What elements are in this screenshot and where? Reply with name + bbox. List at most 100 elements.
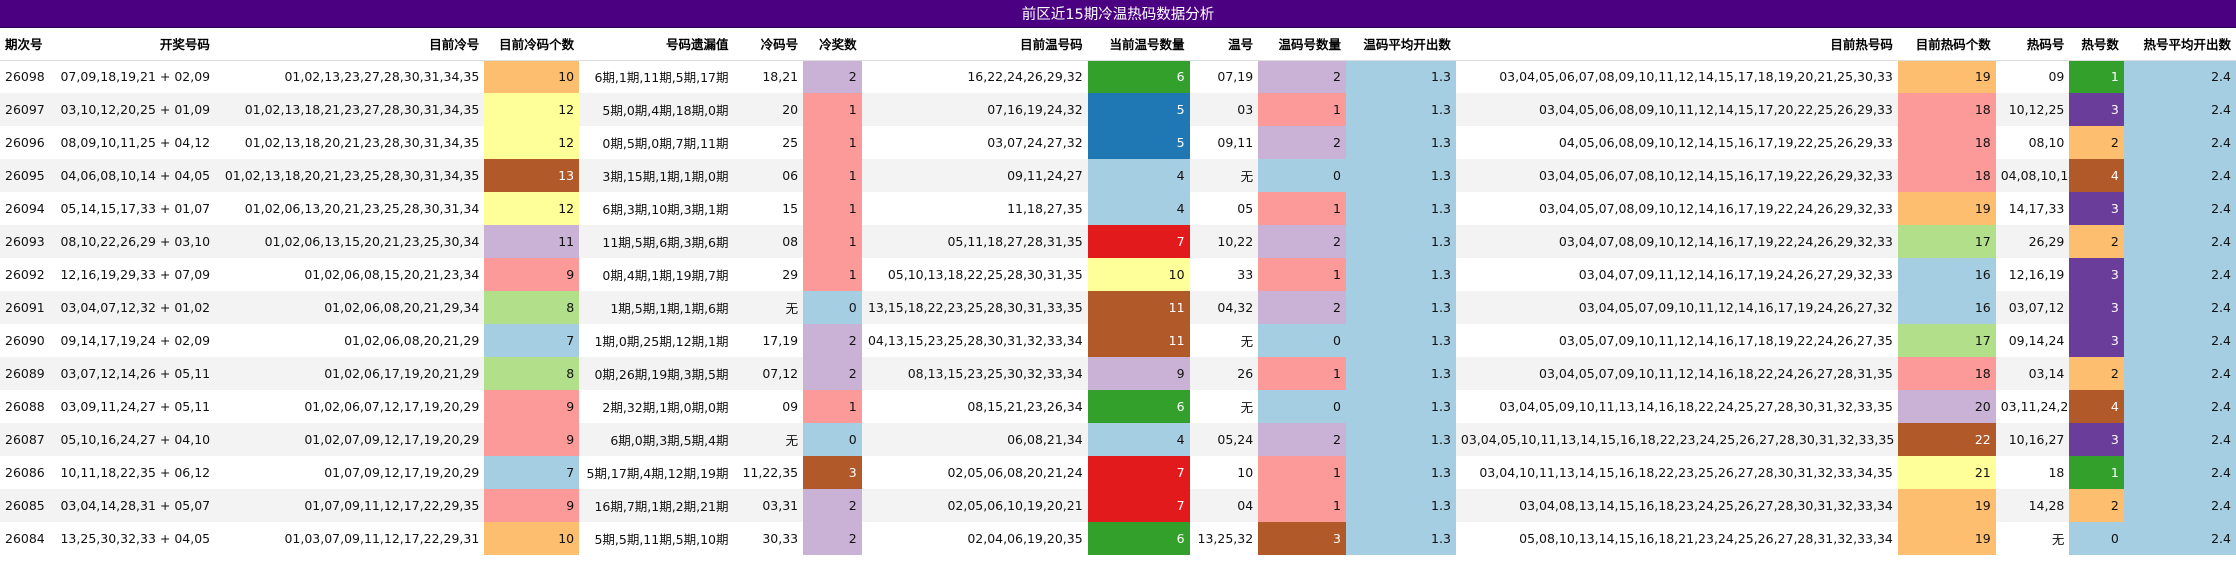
column-header[interactable]: 当前温号数量 (1087, 27, 1190, 61)
cold-hit-count-cell: 2 (803, 522, 862, 555)
hot-count-cell: 19 (1897, 522, 1996, 555)
warm-count-cell: 10 (1087, 258, 1190, 291)
hot-count-cell: 20 (1897, 390, 1996, 423)
hot-numbers-cell: 03,04,05,07,09,10,11,12,14,16,18,22,24,2… (1455, 357, 1898, 390)
hot-count-cell: 18 (1897, 126, 1996, 159)
draw-numbers-cell: 03,10,12,20,25 + 01,09 (55, 93, 215, 126)
omission-cell: 3期,15期,1期,1期,0期 (579, 159, 734, 192)
warm-count-cell: 4 (1087, 159, 1190, 192)
column-header[interactable]: 温码号数量 (1258, 27, 1346, 61)
cold-hit-count-cell: 0 (803, 291, 862, 324)
period-cell: 26088 (0, 390, 56, 423)
warm-average-cell: 1.3 (1345, 93, 1456, 126)
hot-hit-cell: 18 (1995, 456, 2070, 489)
hot-hit-cell: 09,14,24 (1995, 324, 2070, 357)
warm-count-cell: 9 (1087, 357, 1190, 390)
warm-numbers-cell: 02,05,06,08,20,21,24 (861, 456, 1088, 489)
table-row: 26088 03,09,11,24,27 + 05,11 01,02,06,07,1… (0, 390, 2236, 423)
draw-numbers-cell: 09,14,17,19,24 + 02,09 (55, 324, 215, 357)
warm-hit-cell: 07,19 (1189, 60, 1259, 93)
period-cell: 26089 (0, 357, 56, 390)
column-header[interactable]: 开奖号码 (55, 27, 215, 61)
warm-count-cell: 7 (1087, 489, 1190, 522)
period-cell: 26097 (0, 93, 56, 126)
hot-numbers-cell: 03,04,10,11,13,14,15,16,18,22,23,25,26,2… (1455, 456, 1898, 489)
hot-hit-cell: 04,08,10,14 (1995, 159, 2070, 192)
column-header[interactable]: 期次号 (0, 27, 56, 61)
column-header[interactable]: 目前热码个数 (1897, 27, 1996, 61)
table-row: 26086 10,11,18,22,35 + 06,12 01,07,09,12,1… (0, 456, 2236, 489)
cold-numbers-cell: 01,02,06,08,15,20,21,23,34 (214, 258, 485, 291)
warm-average-cell: 1.3 (1345, 423, 1456, 456)
warm-hit-cell: 33 (1189, 258, 1259, 291)
warm-hit-cell: 03 (1189, 93, 1259, 126)
hot-count-cell: 19 (1897, 489, 1996, 522)
draw-numbers-cell: 13,25,30,32,33 + 04,05 (55, 522, 215, 555)
column-header[interactable]: 目前冷码个数 (484, 27, 580, 61)
hot-hit-count-cell: 3 (2069, 291, 2124, 324)
column-header[interactable]: 热号平均开出数 (2123, 27, 2236, 61)
column-header[interactable]: 号码遗漏值 (579, 27, 734, 61)
warm-hit-cell: 无 (1189, 159, 1259, 192)
omission-cell: 6期,0期,3期,5期,4期 (579, 423, 734, 456)
cold-hit-count-cell: 1 (803, 159, 862, 192)
warm-numbers-cell: 05,11,18,27,28,31,35 (861, 225, 1088, 258)
hot-numbers-cell: 03,04,07,09,11,12,14,16,17,19,24,26,27,2… (1455, 258, 1898, 291)
hot-average-cell: 2.4 (2123, 423, 2236, 456)
data-table: 前区近15期冷温热码数据分析 期次号 开奖号码 目前冷号 目前冷码个数 号码遗漏… (0, 0, 2236, 555)
cold-hit-cell: 03,31 (733, 489, 804, 522)
hot-hit-count-cell: 2 (2069, 357, 2124, 390)
hot-count-cell: 18 (1897, 93, 1996, 126)
warm-numbers-cell: 02,04,06,19,20,35 (861, 522, 1088, 555)
column-header[interactable]: 热码号 (1995, 27, 2070, 61)
hot-hit-cell: 14,28 (1995, 489, 2070, 522)
cold-hit-cell: 20 (733, 93, 804, 126)
column-header[interactable]: 温号 (1189, 27, 1259, 61)
hot-hit-cell: 03,11,24,27 (1995, 390, 2070, 423)
column-header[interactable]: 目前冷号 (214, 27, 485, 61)
warm-average-cell: 1.3 (1345, 390, 1456, 423)
cold-numbers-cell: 01,02,06,08,20,21,29 (214, 324, 485, 357)
omission-cell: 11期,5期,6期,3期,6期 (579, 225, 734, 258)
period-cell: 26090 (0, 324, 56, 357)
hot-numbers-cell: 03,04,05,10,11,13,14,15,16,18,22,23,24,2… (1455, 423, 1898, 456)
hot-count-cell: 17 (1897, 225, 1996, 258)
column-header[interactable]: 目前热号码 (1455, 27, 1898, 61)
hot-numbers-cell: 03,05,07,09,10,11,12,14,16,17,18,19,22,2… (1455, 324, 1898, 357)
hot-average-cell: 2.4 (2123, 522, 2236, 555)
column-header[interactable]: 冷奖数 (803, 27, 862, 61)
warm-count-cell: 5 (1087, 126, 1190, 159)
hot-hit-count-cell: 4 (2069, 390, 2124, 423)
column-header[interactable]: 温码平均开出数 (1345, 27, 1456, 61)
column-header[interactable]: 热号数 (2069, 27, 2124, 61)
hot-average-cell: 2.4 (2123, 60, 2236, 93)
warm-hit-count-cell: 1 (1258, 357, 1346, 390)
cold-count-cell: 8 (484, 357, 580, 390)
omission-cell: 0期,26期,19期,3期,5期 (579, 357, 734, 390)
draw-numbers-cell: 05,14,15,17,33 + 01,07 (55, 192, 215, 225)
warm-count-cell: 4 (1087, 192, 1190, 225)
column-header[interactable]: 冷码号 (733, 27, 804, 61)
warm-average-cell: 1.3 (1345, 357, 1456, 390)
omission-cell: 16期,7期,1期,2期,21期 (579, 489, 734, 522)
draw-numbers-cell: 08,09,10,11,25 + 04,12 (55, 126, 215, 159)
cold-hit-count-cell: 2 (803, 489, 862, 522)
hot-hit-count-cell: 4 (2069, 159, 2124, 192)
hot-hit-count-cell: 1 (2069, 456, 2124, 489)
omission-cell: 6期,3期,10期,3期,1期 (579, 192, 734, 225)
hot-count-cell: 19 (1897, 60, 1996, 93)
column-header[interactable]: 目前温号码 (861, 27, 1088, 61)
hot-hit-count-cell: 3 (2069, 324, 2124, 357)
warm-count-cell: 6 (1087, 390, 1190, 423)
hot-average-cell: 2.4 (2123, 258, 2236, 291)
hot-hit-cell: 14,17,33 (1995, 192, 2070, 225)
hot-hit-count-cell: 2 (2069, 489, 2124, 522)
table-body: 26098 07,09,18,19,21 + 02,09 01,02,13,23,2… (0, 60, 2236, 555)
hot-hit-cell: 08,10 (1995, 126, 2070, 159)
warm-count-cell: 7 (1087, 225, 1190, 258)
warm-hit-count-cell: 1 (1258, 93, 1346, 126)
period-cell: 26087 (0, 423, 56, 456)
draw-numbers-cell: 03,07,12,14,26 + 05,11 (55, 357, 215, 390)
cold-numbers-cell: 01,02,06,08,20,21,29,34 (214, 291, 485, 324)
table-row: 26095 04,06,08,10,14 + 04,05 01,02,13,18,2… (0, 159, 2236, 192)
